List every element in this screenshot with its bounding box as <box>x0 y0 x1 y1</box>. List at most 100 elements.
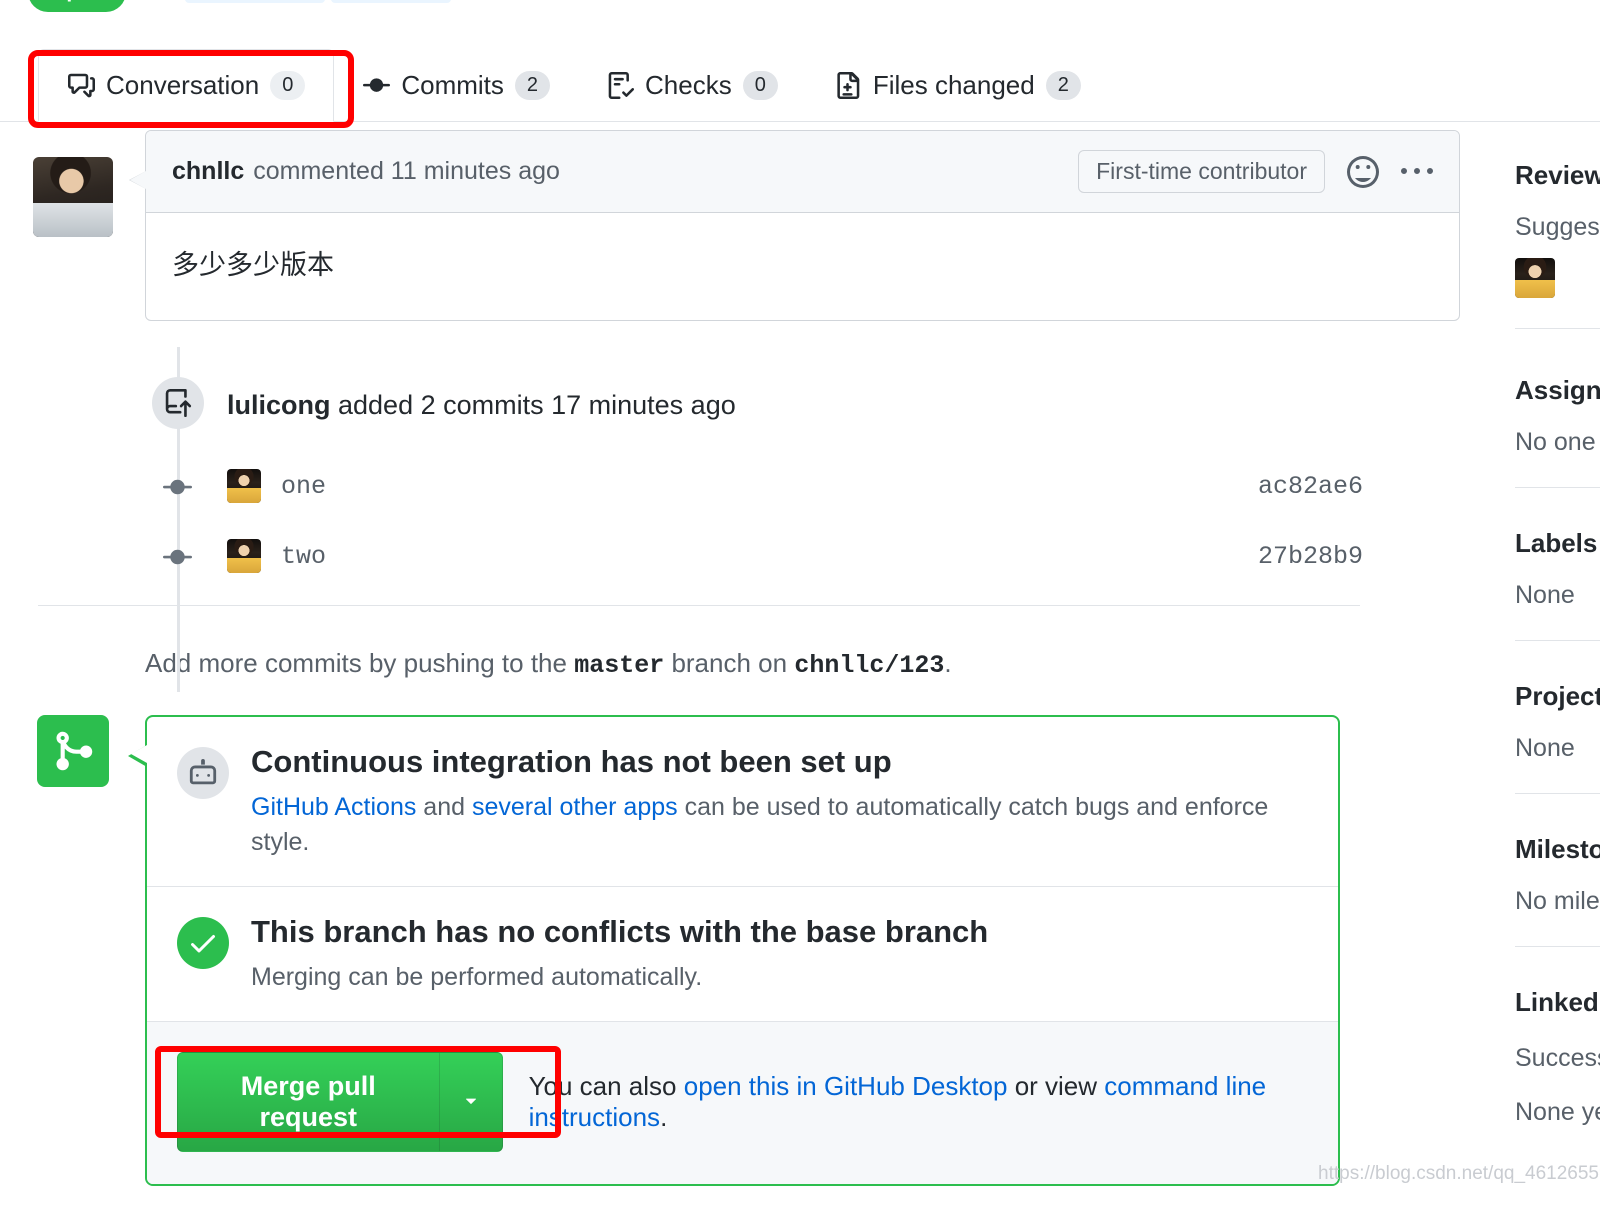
comment-header: chnllc commented 11 minutes ago First-ti… <box>146 131 1459 213</box>
pr-timeline: lulicong added 2 commits 17 minutes ago … <box>0 347 1475 692</box>
sidebar-text-assignees: No one <box>1515 428 1596 456</box>
pr-tab-bar: Conversation 0 Commits 2 Checks 0 Files … <box>0 48 1600 122</box>
divider <box>1515 640 1600 641</box>
status-label: Open <box>50 0 104 3</box>
help-prefix: You can also <box>528 1070 684 1101</box>
tab-conversation[interactable]: Conversation 0 <box>38 49 335 122</box>
pr-sidebar: Reviewers Suggestions Assignees No one L… <box>1515 160 1600 1155</box>
branch-head-chip[interactable]: lulicong/123 <box>185 0 326 3</box>
timeline-event-push: lulicong added 2 commits 17 minutes ago <box>0 359 1475 451</box>
tab-checks[interactable]: Checks 0 <box>578 49 806 122</box>
pr-header-strip: Open lulicong/123 chnllc/123 <box>0 0 1600 22</box>
tab-files-changed[interactable]: Files changed 2 <box>806 49 1109 122</box>
sidebar-section-linked-issues: Linked issues Successfully merging this … <box>1515 987 1600 1127</box>
bot-icon <box>177 747 229 799</box>
sidebar-heading-assignees[interactable]: Assignees <box>1515 375 1600 406</box>
push-hint-suffix: . <box>944 648 952 678</box>
timeline-event-author[interactable]: lulicong <box>227 390 331 420</box>
merge-pull-request-button[interactable]: Merge pull request <box>177 1051 439 1152</box>
repo-push-icon <box>152 377 204 429</box>
sidebar-section-labels: Labels None <box>1515 528 1600 641</box>
merge-ci-section: Continuous integration has not been set … <box>147 717 1338 887</box>
comment-discussion-icon <box>67 72 95 100</box>
divider <box>1515 487 1600 488</box>
tab-commits[interactable]: Commits 2 <box>334 49 578 122</box>
tab-commits-label: Commits <box>401 70 504 100</box>
avatar[interactable] <box>33 157 113 237</box>
sidebar-heading-labels[interactable]: Labels <box>1515 528 1600 559</box>
ci-description: GitHub Actions and several other apps ca… <box>251 790 1308 860</box>
check-icon <box>177 916 229 969</box>
sidebar-section-assignees: Assignees No one <box>1515 375 1600 488</box>
help-middle: or view <box>1007 1070 1105 1101</box>
merge-action-bar: Merge pull request You can also open thi… <box>147 1021 1338 1184</box>
comment-author[interactable]: chnllc <box>172 157 244 186</box>
merge-conflicts-section: This branch has no conflicts with the ba… <box>147 887 1338 1022</box>
sidebar-text-linked-issues-value: None yet <box>1515 1098 1600 1127</box>
sidebar-heading-milestone[interactable]: Milestone <box>1515 834 1600 865</box>
git-commit-dot-icon <box>163 543 192 572</box>
github-actions-link[interactable]: GitHub Actions <box>251 793 416 821</box>
commit-sha[interactable]: ac82ae6 <box>1258 472 1363 501</box>
timeline-event-action: added 2 commits 17 minutes ago <box>330 389 736 420</box>
pr-branch-meta: lulicong/123 chnllc/123 <box>185 0 473 3</box>
tab-files-changed-count: 2 <box>1045 71 1081 100</box>
merge-action-help-text: You can also open this in GitHub Desktop… <box>529 1071 1308 1133</box>
branch-base-chip[interactable]: chnllc/123 <box>330 0 451 3</box>
push-hint-middle: branch on <box>664 648 795 678</box>
tab-conversation-label: Conversation <box>106 70 260 100</box>
commit-sha[interactable]: 27b28b9 <box>1258 542 1363 571</box>
avatar[interactable] <box>1515 258 1555 298</box>
merge-section: Continuous integration has not been set … <box>0 715 1475 1186</box>
comment-timestamp: commented 11 minutes ago <box>253 157 560 185</box>
other-apps-link[interactable]: several other apps <box>472 793 678 821</box>
push-hint-repo: chnllc/123 <box>794 651 945 680</box>
sidebar-section-reviewers: Reviewers Suggestions <box>1515 160 1600 329</box>
sidebar-section-milestone: Milestone No milestone <box>1515 834 1600 947</box>
commit-row[interactable]: two 27b28b9 <box>0 521 1475 591</box>
commit-message[interactable]: one <box>281 472 326 501</box>
comment-body: 多少多少版本 <box>172 250 334 280</box>
commit-message[interactable]: two <box>281 542 326 571</box>
push-more-commits-hint: Add more commits by pushing to the maste… <box>0 606 1475 680</box>
sidebar-text-labels: None <box>1515 581 1575 609</box>
tab-commits-count: 2 <box>514 71 551 100</box>
comment-box: chnllc commented 11 minutes ago First-ti… <box>129 130 1460 321</box>
smiley-icon[interactable] <box>1347 155 1379 188</box>
avatar <box>227 539 261 573</box>
sidebar-heading-linked-issues[interactable]: Linked issues <box>1515 987 1600 1018</box>
contributor-badge: First-time contributor <box>1078 150 1325 193</box>
avatar <box>227 469 261 503</box>
open-in-github-desktop-link[interactable]: open this in GitHub Desktop <box>684 1071 1008 1101</box>
conflicts-subtitle: Merging can be performed automatically. <box>251 962 703 991</box>
divider <box>1515 328 1600 329</box>
divider <box>1515 946 1600 947</box>
help-suffix: . <box>660 1101 668 1132</box>
file-diff-icon <box>834 72 862 100</box>
sidebar-section-projects: Projects None <box>1515 681 1600 794</box>
git-commit-icon <box>362 72 390 100</box>
watermark: https://blog.csdn.net/qq_46126559 <box>1318 1163 1600 1184</box>
sidebar-text-milestone: No milestone <box>1515 887 1600 915</box>
tab-conversation-count: 0 <box>270 71 306 100</box>
merge-options-dropdown-button[interactable] <box>438 1051 503 1152</box>
sidebar-text-projects: None <box>1515 734 1575 762</box>
checklist-icon <box>606 72 634 100</box>
timeline-divider <box>38 605 1360 606</box>
sidebar-heading-reviewers[interactable]: Reviewers <box>1515 160 1600 191</box>
merge-box: Continuous integration has not been set … <box>128 715 1340 1186</box>
push-hint-branch: master <box>574 651 665 680</box>
sidebar-text-reviewers: Suggestions <box>1515 213 1600 241</box>
triangle-down-icon <box>460 1089 482 1114</box>
ci-title: Continuous integration has not been set … <box>251 744 892 779</box>
git-merge-icon <box>37 715 109 787</box>
comment-thread-item: chnllc commented 11 minutes ago First-ti… <box>0 130 1475 321</box>
comment-header-actions: First-time contributor <box>1078 150 1433 193</box>
pr-status-badge: Open <box>28 0 126 12</box>
sidebar-heading-projects[interactable]: Projects <box>1515 681 1600 712</box>
ci-text-between: and <box>416 792 472 821</box>
tab-files-changed-label: Files changed <box>872 70 1035 100</box>
commit-row[interactable]: one ac82ae6 <box>0 451 1475 521</box>
github-pull-request-page: Open lulicong/123 chnllc/123 Conversatio… <box>0 0 1600 1214</box>
kebab-horizontal-icon[interactable] <box>1401 156 1433 188</box>
